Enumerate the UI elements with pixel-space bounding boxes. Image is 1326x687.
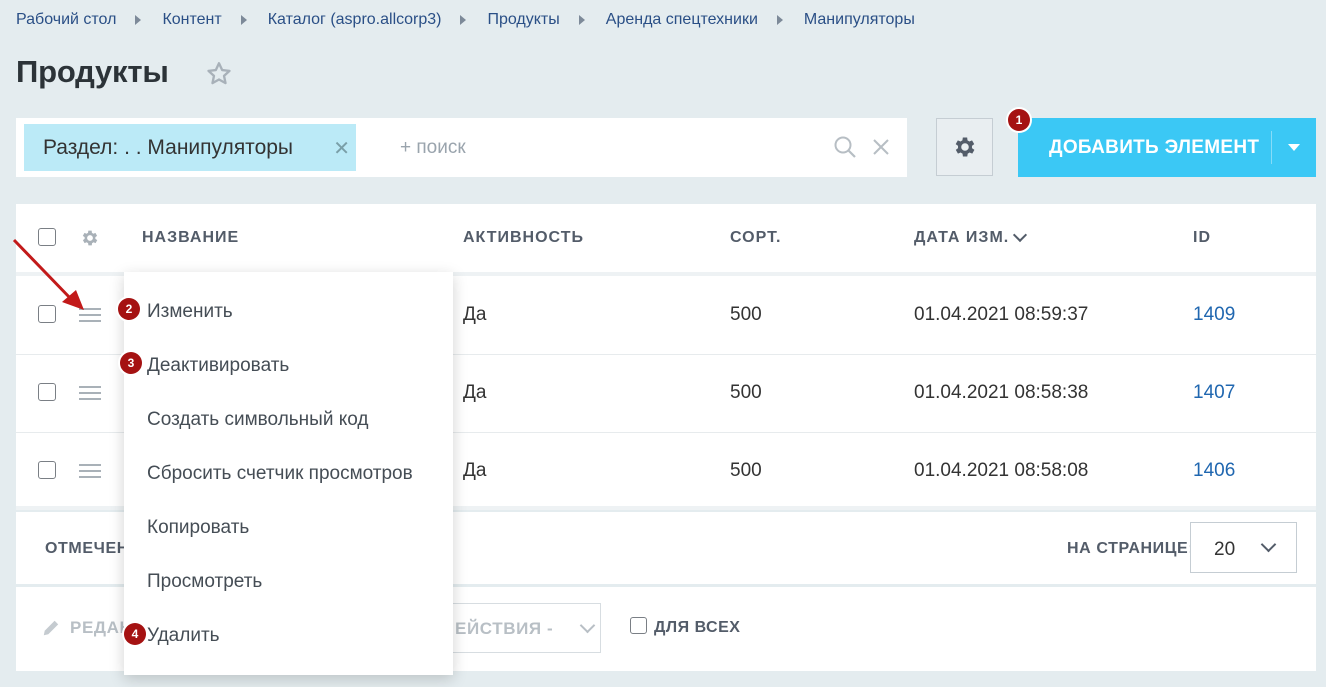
per-page-label: НА СТРАНИЦЕ: bbox=[1067, 540, 1195, 557]
menu-icon[interactable] bbox=[79, 386, 101, 400]
add-button-divider bbox=[1271, 131, 1272, 164]
for-all-checkbox[interactable] bbox=[630, 616, 647, 634]
column-header-activity[interactable]: АКТИВНОСТЬ bbox=[463, 229, 584, 247]
breadcrumb-item-products[interactable]: Продукты bbox=[487, 11, 559, 29]
breadcrumb-separator-icon bbox=[135, 15, 142, 25]
add-element-label: ДОБАВИТЬ ЭЛЕМЕНТ bbox=[1049, 137, 1260, 158]
breadcrumb: Рабочий стол Контент Каталог (aspro.allc… bbox=[16, 11, 915, 29]
breadcrumb-item-content[interactable]: Контент bbox=[162, 11, 221, 29]
edit-label: РЕДАК bbox=[70, 618, 131, 637]
menu-item-delete[interactable]: Удалить bbox=[147, 625, 220, 647]
breadcrumb-item-catalog[interactable]: Каталог (aspro.allcorp3) bbox=[268, 11, 442, 29]
search-icon[interactable] bbox=[833, 135, 857, 159]
search-input[interactable] bbox=[380, 118, 840, 177]
for-all-label: ДЛЯ ВСЕХ bbox=[654, 619, 741, 636]
step-badge: 2 bbox=[118, 298, 140, 320]
page-size-value: 20 bbox=[1214, 539, 1236, 560]
cell-id-link[interactable]: 1406 bbox=[1193, 460, 1235, 482]
breadcrumb-item-manipulators[interactable]: Манипуляторы bbox=[804, 11, 915, 29]
pencil-icon bbox=[43, 620, 59, 636]
chevron-down-icon bbox=[579, 617, 596, 634]
chevron-down-icon[interactable] bbox=[1288, 144, 1300, 151]
breadcrumb-separator-icon bbox=[460, 15, 467, 25]
cell-activity: Да bbox=[463, 460, 487, 481]
breadcrumb-separator-icon bbox=[240, 15, 247, 25]
menu-item-copy[interactable]: Копировать bbox=[147, 517, 249, 539]
cell-sort: 500 bbox=[730, 460, 762, 481]
page-title: Продукты bbox=[16, 54, 169, 89]
gear-icon bbox=[955, 137, 974, 157]
menu-item-reset-views[interactable]: Сбросить счетчик просмотров bbox=[147, 463, 413, 485]
actions-select-label: ЕЙСТВИЯ - bbox=[455, 619, 554, 638]
filter-tag[interactable]: Раздел: . . Манипуляторы ✕ bbox=[24, 124, 356, 171]
grid-header: НАЗВАНИЕ АКТИВНОСТЬ СОРТ. ДАТА ИЗМ. ID bbox=[16, 204, 1316, 276]
column-header-date-label: ДАТА ИЗМ. bbox=[914, 229, 1010, 246]
breadcrumb-item-equipment-rental[interactable]: Аренда спецтехники bbox=[606, 11, 758, 29]
add-element-button[interactable]: ДОБАВИТЬ ЭЛЕМЕНТ bbox=[1018, 118, 1316, 177]
close-icon[interactable]: ✕ bbox=[333, 136, 350, 161]
cell-sort: 500 bbox=[730, 382, 762, 403]
menu-icon[interactable] bbox=[79, 464, 101, 478]
menu-item-view[interactable]: Просмотреть bbox=[147, 571, 262, 593]
menu-item-create-code[interactable]: Создать символьный код bbox=[147, 409, 368, 431]
chevron-down-icon bbox=[1260, 536, 1277, 553]
column-header-id[interactable]: ID bbox=[1193, 229, 1211, 247]
cell-date: 01.04.2021 08:59:37 bbox=[914, 304, 1089, 325]
cell-id-link[interactable]: 1407 bbox=[1193, 382, 1235, 404]
for-all-toggle[interactable]: ДЛЯ ВСЕХ bbox=[630, 616, 741, 637]
selected-count-label: ОТМЕЧЕН bbox=[45, 540, 129, 557]
menu-item-deactivate[interactable]: Деактивировать bbox=[147, 355, 289, 377]
star-icon[interactable] bbox=[205, 60, 233, 88]
cell-date: 01.04.2021 08:58:08 bbox=[914, 460, 1089, 481]
column-header-sort[interactable]: СОРТ. bbox=[730, 229, 781, 247]
cell-activity: Да bbox=[463, 382, 487, 403]
step-badge: 3 bbox=[120, 352, 142, 374]
cell-activity: Да bbox=[463, 304, 487, 325]
cell-sort: 500 bbox=[730, 304, 762, 325]
breadcrumb-separator-icon bbox=[776, 15, 783, 25]
column-header-date-modified[interactable]: ДАТА ИЗМ. bbox=[914, 227, 1028, 247]
breadcrumb-separator-icon bbox=[578, 15, 585, 25]
page-size-select[interactable]: 20 bbox=[1190, 522, 1297, 573]
row-checkbox[interactable] bbox=[38, 383, 56, 401]
filter-bar: Раздел: . . Манипуляторы ✕ bbox=[16, 118, 907, 177]
settings-button[interactable] bbox=[936, 118, 993, 176]
annotation-arrow-icon bbox=[12, 238, 84, 310]
step-badge: 1 bbox=[1008, 109, 1030, 131]
column-header-name[interactable]: НАЗВАНИЕ bbox=[142, 229, 239, 247]
step-badge: 4 bbox=[124, 623, 146, 645]
sort-desc-icon bbox=[1013, 227, 1028, 243]
cell-date: 01.04.2021 08:58:38 bbox=[914, 382, 1089, 403]
menu-item-edit[interactable]: Изменить bbox=[147, 301, 233, 323]
filter-tag-label: Раздел: . . Манипуляторы bbox=[43, 135, 294, 159]
context-menu: Изменить Деактивировать Создать символьн… bbox=[124, 272, 453, 675]
cell-id-link[interactable]: 1409 bbox=[1193, 304, 1235, 326]
clear-icon[interactable] bbox=[871, 137, 891, 157]
row-checkbox[interactable] bbox=[38, 461, 56, 479]
breadcrumb-item-desktop[interactable]: Рабочий стол bbox=[16, 11, 116, 29]
edit-button[interactable]: РЕДАК bbox=[42, 618, 130, 638]
